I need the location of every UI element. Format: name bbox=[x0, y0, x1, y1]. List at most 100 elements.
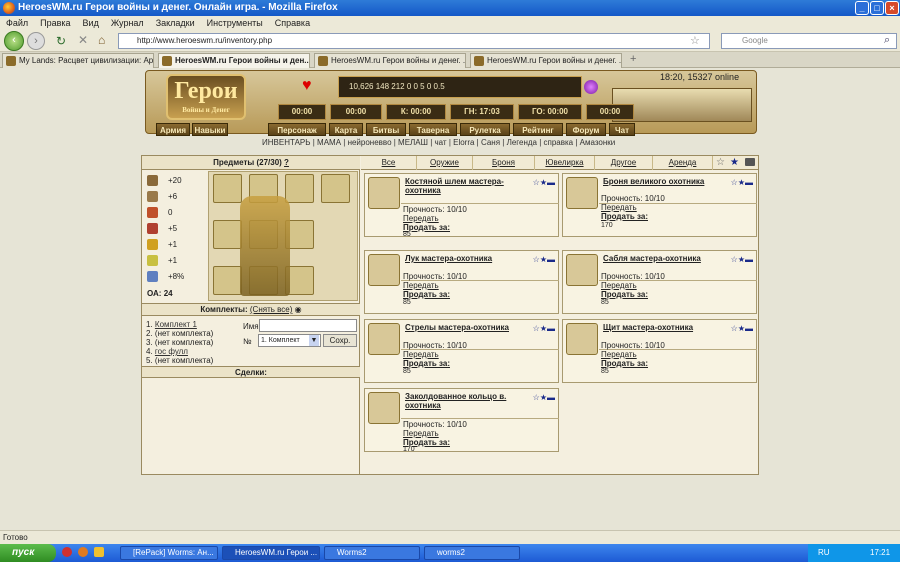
shield-icon[interactable] bbox=[566, 323, 598, 355]
transfer-link[interactable]: Передать bbox=[403, 214, 439, 223]
folder-icon[interactable] bbox=[94, 547, 104, 557]
item-name-link[interactable]: Щит мастера-охотника bbox=[603, 323, 733, 332]
favorite-star-icon[interactable]: ☆★▬ bbox=[731, 324, 753, 333]
skills-link[interactable]: Навыки bbox=[192, 123, 228, 136]
nav-roulette[interactable]: Рулетка bbox=[460, 123, 510, 136]
transfer-link[interactable]: Передать bbox=[403, 350, 439, 359]
bookmark-star-icon[interactable]: ☆ bbox=[690, 34, 700, 47]
filter-weapons[interactable]: Оружие bbox=[417, 156, 473, 170]
remove-all-link[interactable]: (Снять все) bbox=[250, 305, 293, 314]
storage-icon[interactable] bbox=[745, 158, 755, 166]
great-hunter-armor-icon[interactable] bbox=[566, 177, 598, 209]
tab-heroeswm-2[interactable]: HeroesWM.ru Герои войны и денег. ... bbox=[314, 53, 466, 68]
enchanted-ring-icon[interactable] bbox=[368, 392, 400, 424]
item-name-link[interactable]: Заколдованное кольцо в. охотника bbox=[405, 392, 535, 410]
weapon-slot[interactable] bbox=[213, 266, 242, 295]
task-worms-repack[interactable]: [RePack] Worms: Ан... bbox=[120, 546, 218, 560]
filter-other[interactable]: Другое bbox=[595, 156, 653, 170]
tab-heroeswm-3[interactable]: HeroesWM.ru Герои войны и денег. ... bbox=[470, 53, 622, 68]
ring-slot[interactable] bbox=[213, 220, 242, 249]
bow-icon[interactable] bbox=[368, 254, 400, 286]
nav-map[interactable]: Карта bbox=[329, 123, 363, 136]
language-indicator[interactable]: RU bbox=[818, 544, 830, 562]
maximize-button[interactable]: □ bbox=[870, 1, 884, 15]
book-slot[interactable] bbox=[321, 174, 350, 203]
task-heroeswm[interactable]: HeroesWM.ru Герои ... bbox=[222, 546, 320, 560]
menu-bookmarks[interactable]: Закладки bbox=[156, 18, 195, 28]
menu-file[interactable]: Файл bbox=[6, 18, 28, 28]
save-set-button[interactable]: Сохр. bbox=[323, 334, 357, 347]
sell-link[interactable]: Продать за: bbox=[601, 359, 648, 368]
favorite-star-icon[interactable]: ☆★▬ bbox=[533, 324, 555, 333]
transfer-link[interactable]: Передать bbox=[403, 281, 439, 290]
favorite-star-icon[interactable]: ☆★▬ bbox=[533, 255, 555, 264]
back-icon[interactable]: ‹ bbox=[4, 31, 24, 51]
star-filled-icon[interactable]: ★ bbox=[730, 157, 739, 168]
item-name-link[interactable]: Лук мастера-охотника bbox=[405, 254, 535, 263]
item-name-link[interactable]: Стрелы мастера-охотника bbox=[405, 323, 535, 332]
address-bar[interactable]: http://www.heroeswm.ru/inventory.php bbox=[118, 33, 710, 49]
sell-link[interactable]: Продать за: bbox=[403, 359, 450, 368]
nav-tavern[interactable]: Таверна bbox=[409, 123, 457, 136]
nav-battles[interactable]: Битвы bbox=[366, 123, 406, 136]
search-input[interactable]: Google bbox=[721, 33, 897, 49]
opera-icon[interactable] bbox=[62, 547, 72, 557]
tab-heroeswm-active[interactable]: HeroesWM.ru Герои войны и ден... bbox=[158, 53, 310, 68]
bone-helmet-icon[interactable] bbox=[368, 177, 400, 209]
new-tab-icon[interactable]: + bbox=[630, 53, 636, 65]
filter-rent[interactable]: Аренда bbox=[653, 156, 713, 170]
chevron-down-icon[interactable]: ▼ bbox=[309, 335, 319, 346]
nav-rating[interactable]: Рейтинг bbox=[513, 123, 563, 136]
menu-history[interactable]: Журнал bbox=[111, 18, 144, 28]
menu-help[interactable]: Справка bbox=[275, 18, 310, 28]
start-button[interactable]: пуск bbox=[0, 544, 56, 562]
menu-edit[interactable]: Правка bbox=[40, 18, 70, 28]
menu-tools[interactable]: Инструменты bbox=[207, 18, 263, 28]
set-number-select[interactable]: 1. Комплект ▼ bbox=[258, 334, 321, 347]
sell-link[interactable]: Продать за: bbox=[601, 290, 648, 299]
transfer-link[interactable]: Передать bbox=[403, 429, 439, 438]
tray-clock: 17:21 bbox=[870, 548, 891, 557]
favorite-star-icon[interactable]: ☆★▬ bbox=[731, 178, 753, 187]
filter-armor[interactable]: Броня bbox=[473, 156, 535, 170]
items-help-link[interactable]: ? bbox=[284, 158, 289, 167]
set-name-input[interactable] bbox=[259, 319, 357, 332]
arrows-icon[interactable] bbox=[368, 323, 400, 355]
sell-link[interactable]: Продать за: bbox=[403, 290, 450, 299]
army-link[interactable]: Армия bbox=[156, 123, 190, 136]
minimize-button[interactable]: _ bbox=[855, 1, 869, 15]
transfer-link[interactable]: Передать bbox=[601, 281, 637, 290]
tab-mylands[interactable]: My Lands: Расцвет цивилизации: Арх... bbox=[2, 53, 154, 68]
forward-icon[interactable]: › bbox=[27, 32, 45, 50]
favorite-star-icon[interactable]: ☆★▬ bbox=[533, 178, 555, 187]
favorite-star-icon[interactable]: ☆★▬ bbox=[533, 393, 555, 402]
filter-jewelry[interactable]: Ювелирка bbox=[535, 156, 595, 170]
search-icon[interactable]: ⌕ bbox=[884, 34, 890, 47]
menu-view[interactable]: Вид bbox=[83, 18, 99, 28]
item-name-link[interactable]: Броня великого охотника bbox=[603, 177, 733, 186]
task-worms2[interactable]: Worms2 bbox=[324, 546, 420, 560]
reload-icon[interactable]: ↻ bbox=[56, 34, 66, 48]
saber-icon[interactable] bbox=[566, 254, 598, 286]
necklace-slot[interactable] bbox=[285, 174, 314, 203]
game-logo[interactable]: Герои Войны и Денег bbox=[166, 74, 246, 120]
filter-all[interactable]: Все bbox=[361, 156, 417, 170]
amulet-slot[interactable] bbox=[213, 174, 242, 203]
nav-chat[interactable]: Чат bbox=[609, 123, 635, 136]
sell-link[interactable]: Продать за: bbox=[601, 212, 648, 221]
transfer-link[interactable]: Передать bbox=[601, 350, 637, 359]
stop-icon[interactable]: ✕ bbox=[78, 33, 88, 47]
star-empty-icon[interactable]: ☆ bbox=[716, 157, 725, 168]
item-name-link[interactable]: Сабля мастера-охотника bbox=[603, 254, 733, 263]
favorite-star-icon[interactable]: ☆★▬ bbox=[731, 255, 753, 264]
home-icon[interactable]: ⌂ bbox=[98, 33, 105, 47]
firefox-quicklaunch-icon[interactable] bbox=[78, 547, 88, 557]
expand-icon[interactable]: ◉ bbox=[295, 305, 302, 314]
task-worms2-folder[interactable]: worms2 bbox=[424, 546, 520, 560]
sub-navigation-links[interactable]: ИНВЕНТАРЬ | МАМА | нейроневво | МЕЛАШ | … bbox=[262, 138, 692, 148]
transfer-link[interactable]: Передать bbox=[601, 203, 637, 212]
nav-character[interactable]: Персонаж bbox=[268, 123, 326, 136]
item-name-link[interactable]: Костяной шлем мастера-охотника bbox=[405, 177, 535, 195]
close-button[interactable]: × bbox=[885, 1, 899, 15]
nav-forum[interactable]: Форум bbox=[566, 123, 606, 136]
